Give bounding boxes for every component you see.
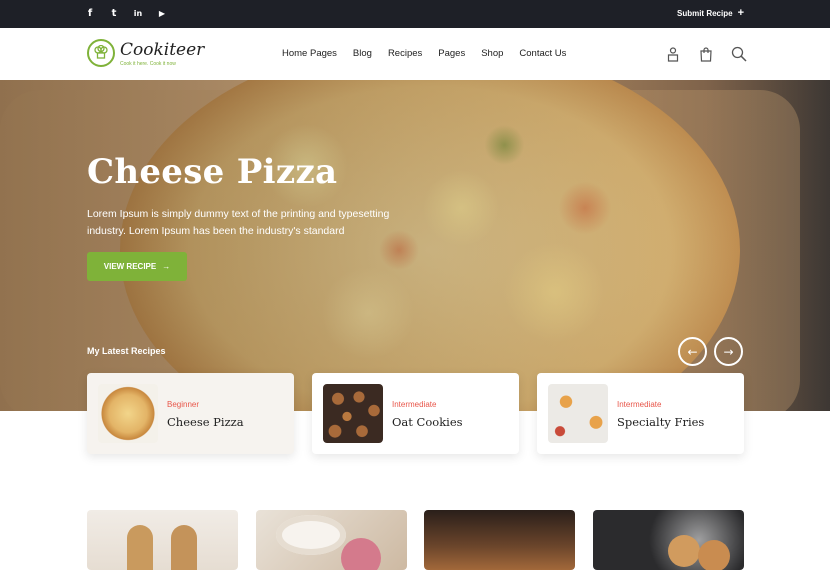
view-recipe-button[interactable]: VIEW RECIPE → <box>87 252 187 281</box>
main-nav: Home Pages Blog Recipes Pages Shop Conta… <box>282 48 566 59</box>
site-header: Cookiteer Cook it here. Cook it now Home… <box>0 28 830 80</box>
submit-recipe-link[interactable]: Submit Recipe + <box>676 7 744 19</box>
gallery-image-bread[interactable] <box>87 510 238 570</box>
hero-description: Lorem Ipsum is simply dummy text of the … <box>87 208 390 237</box>
recipe-card[interactable]: Intermediate Specialty Fries <box>537 373 744 454</box>
recipe-card[interactable]: Intermediate Oat Cookies <box>312 373 519 454</box>
recipe-name[interactable]: Specialty Fries <box>617 415 704 429</box>
gallery-image-pastries[interactable] <box>424 510 575 570</box>
youtube-icon[interactable]: ▶ <box>156 7 168 20</box>
arrow-left-icon: ← <box>687 344 698 359</box>
slider-next-button[interactable]: → <box>714 337 743 366</box>
linkedin-icon[interactable]: in <box>132 7 144 20</box>
header-icons <box>665 46 747 62</box>
logo-text[interactable]: Cookiteer <box>120 40 204 60</box>
latest-recipes-heading: My Latest Recipes <box>87 346 166 356</box>
recipe-thumbnail <box>548 384 608 443</box>
plus-icon: + <box>737 7 744 19</box>
nav-item-home-pages[interactable]: Home Pages <box>282 48 337 59</box>
nav-item-shop[interactable]: Shop <box>481 48 503 59</box>
top-bar: f t in ▶ Submit Recipe + <box>0 0 830 28</box>
recipe-thumbnail <box>323 384 383 443</box>
user-icon[interactable] <box>665 46 681 62</box>
shopping-bag-icon[interactable] <box>698 46 714 62</box>
nav-item-blog[interactable]: Blog <box>353 48 372 59</box>
arrow-right-icon: → <box>723 344 734 359</box>
arrow-right-icon: → <box>162 262 171 271</box>
search-icon[interactable] <box>731 46 747 62</box>
nav-item-recipes[interactable]: Recipes <box>388 48 422 59</box>
nav-item-contact-us[interactable]: Contact Us <box>519 48 566 59</box>
slider-prev-button[interactable]: ← <box>678 337 707 366</box>
nav-item-pages[interactable]: Pages <box>438 48 465 59</box>
recipe-thumbnail <box>98 384 158 443</box>
logo-tagline: Cook it here. Cook it now <box>120 61 176 67</box>
gallery-image-baking[interactable] <box>593 510 744 570</box>
recipe-level: Intermediate <box>392 400 437 409</box>
recipe-name[interactable]: Oat Cookies <box>392 415 463 429</box>
twitter-icon[interactable]: t <box>108 7 120 20</box>
recipe-level: Beginner <box>167 400 200 409</box>
view-recipe-label: VIEW RECIPE <box>103 262 157 271</box>
hero-slider: Cheese Pizza Lorem Ipsum is simply dummy… <box>0 80 830 411</box>
recipe-level: Intermediate <box>617 400 662 409</box>
recipe-card[interactable]: Beginner Cheese Pizza <box>87 373 294 454</box>
facebook-icon[interactable]: f <box>84 7 96 20</box>
gallery-image-dish[interactable] <box>256 510 407 570</box>
hero-overlay <box>0 80 830 411</box>
chef-hat-logo-icon[interactable] <box>87 39 115 67</box>
recipe-name[interactable]: Cheese Pizza <box>167 415 244 429</box>
hero-title: Cheese Pizza <box>87 152 338 192</box>
social-links: f t in ▶ <box>84 7 168 20</box>
submit-recipe-label: Submit Recipe <box>676 8 733 18</box>
